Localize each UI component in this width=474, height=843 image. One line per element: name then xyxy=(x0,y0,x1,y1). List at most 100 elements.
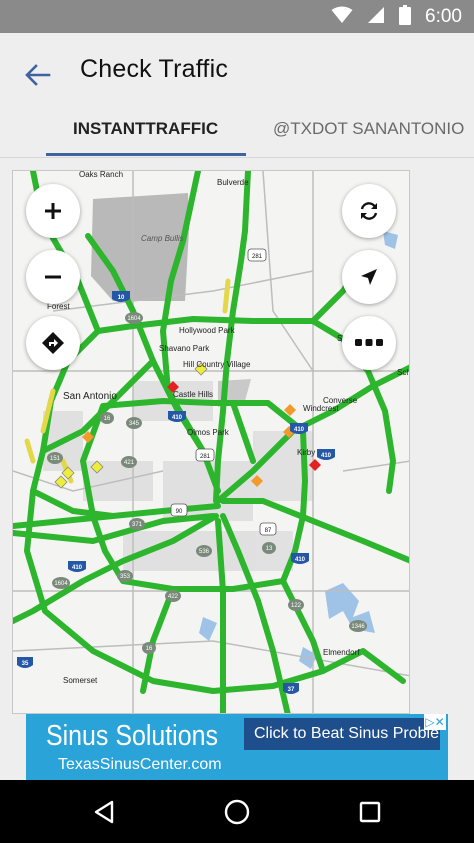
svg-text:122: 122 xyxy=(291,603,302,609)
status-time: 6:00 xyxy=(425,6,462,27)
svg-text:410: 410 xyxy=(321,453,332,459)
map-canvas: Oaks Ranch Bulverde Camp Bullis Forest H… xyxy=(13,171,410,713)
nav-back-button[interactable] xyxy=(82,790,126,834)
zoom-in-button[interactable] xyxy=(26,184,80,238)
screen: 6:00 Check Traffic INSTANTTRAFFIC @TXDOT… xyxy=(0,0,474,843)
svg-text:90: 90 xyxy=(176,509,183,515)
shield-loop1604: 1604 xyxy=(125,312,143,324)
svg-text:421: 421 xyxy=(124,460,135,466)
back-button[interactable] xyxy=(16,53,60,97)
svg-text:35: 35 xyxy=(22,661,29,667)
shield-us281-mid: 281 xyxy=(195,448,215,462)
cell-signal-icon xyxy=(367,6,385,29)
label-windcrest: Windcrest xyxy=(303,404,339,413)
tab-txdot-sanantonio[interactable]: @TXDOT SANANTONIO xyxy=(273,119,464,139)
svg-text:16: 16 xyxy=(146,646,153,652)
shield-i410-mid: 410 xyxy=(168,411,186,422)
label-camp-bullis: Camp Bullis xyxy=(141,234,184,243)
svg-text:410: 410 xyxy=(295,557,306,563)
arrow-back-icon xyxy=(25,64,51,86)
shield-i35-south: 35 xyxy=(17,657,33,668)
ad-banner[interactable]: Sinus Solutions TexasSinusCenter.com Cli… xyxy=(26,714,448,780)
shield-i410-east: 410 xyxy=(317,449,335,460)
svg-text:281: 281 xyxy=(200,454,211,460)
svg-text:410: 410 xyxy=(294,427,305,433)
shield-tx16-south: 16 xyxy=(142,642,156,654)
label-elmendorf: Elmendorf xyxy=(323,648,360,657)
label-kirby: Kirby xyxy=(297,448,315,457)
label-shavano-park: Shavano Park xyxy=(159,344,210,353)
map-area: Oaks Ranch Bulverde Camp Bullis Forest H… xyxy=(0,158,474,714)
zoom-out-button[interactable] xyxy=(26,250,80,304)
status-icons: 6:00 xyxy=(331,4,462,30)
shield-i410-south: 410 xyxy=(68,561,86,572)
shield-i410-west: 410 xyxy=(290,423,308,434)
minus-icon xyxy=(45,275,61,279)
shield-tx345: 345 xyxy=(126,417,142,429)
navigation-arrow-icon xyxy=(361,269,377,285)
svg-text:536: 536 xyxy=(199,549,210,555)
page-title: Check Traffic xyxy=(80,55,229,83)
label-bulverde: Bulverde xyxy=(217,178,249,187)
shield-tx422: 422 xyxy=(165,590,181,602)
more-options-button[interactable] xyxy=(342,316,396,370)
back-triangle-icon xyxy=(94,800,114,824)
shield-tx13: 13 xyxy=(262,542,276,554)
ad-cta-button[interactable]: Click to Beat Sinus Problems xyxy=(244,718,440,750)
status-bar: 6:00 xyxy=(0,0,474,33)
shield-us281-north: 281 xyxy=(247,248,267,262)
label-oaks-ranch: Oaks Ranch xyxy=(79,171,123,179)
label-somerset: Somerset xyxy=(63,676,98,685)
svg-text:1604: 1604 xyxy=(54,581,68,587)
svg-text:345: 345 xyxy=(129,421,140,427)
label-hollywood-park: Hollywood Park xyxy=(179,326,236,335)
shield-tx151: 151 xyxy=(47,452,63,464)
shield-tx536: 536 xyxy=(196,545,212,557)
svg-text:10: 10 xyxy=(118,295,125,301)
nav-home-button[interactable] xyxy=(215,790,259,834)
svg-text:87: 87 xyxy=(265,528,272,534)
tab-indicator xyxy=(46,153,246,156)
adchoices-icon[interactable]: ▷✕ xyxy=(424,714,446,730)
label-castle-hills: Castle Hills xyxy=(173,390,213,399)
refresh-icon xyxy=(360,202,378,220)
traffic-map[interactable]: Oaks Ranch Bulverde Camp Bullis Forest H… xyxy=(12,170,410,714)
svg-text:410: 410 xyxy=(72,565,83,571)
svg-text:13: 13 xyxy=(266,546,273,552)
svg-text:37: 37 xyxy=(288,687,295,693)
refresh-button[interactable] xyxy=(342,184,396,238)
battery-icon xyxy=(399,4,412,30)
shield-tx353: 353 xyxy=(117,570,133,582)
svg-text:151: 151 xyxy=(50,456,61,462)
svg-text:353: 353 xyxy=(120,574,131,580)
ad-headline: Sinus Solutions xyxy=(46,720,218,752)
shield-tx16: 16 xyxy=(100,412,114,424)
home-circle-icon xyxy=(224,799,250,825)
system-nav-bar xyxy=(0,780,474,843)
label-sch-edge: Sch xyxy=(397,368,410,377)
svg-text:371: 371 xyxy=(132,522,143,528)
ad-url: TexasSinusCenter.com xyxy=(58,756,222,773)
svg-text:16: 16 xyxy=(104,416,111,422)
svg-text:410: 410 xyxy=(172,415,183,421)
tab-instanttraffic[interactable]: INSTANTTRAFFIC xyxy=(73,119,218,139)
directions-button[interactable] xyxy=(26,316,80,370)
shield-loop1604-sw: 1604 xyxy=(52,577,70,589)
camp-bullis-area xyxy=(91,193,189,301)
shield-tx421: 421 xyxy=(121,456,137,468)
svg-text:1346: 1346 xyxy=(351,624,365,630)
nav-recents-button[interactable] xyxy=(348,790,392,834)
svg-text:422: 422 xyxy=(168,594,179,600)
shield-i410-se: 410 xyxy=(291,553,309,564)
plus-icon xyxy=(45,203,61,219)
my-location-button[interactable] xyxy=(342,250,396,304)
more-horiz-icon xyxy=(355,339,383,346)
shield-tx122: 122 xyxy=(288,599,304,611)
app-bar: Check Traffic INSTANTTRAFFIC @TXDOT SANA… xyxy=(0,33,474,158)
shield-us87: 87 xyxy=(259,522,277,536)
recents-square-icon xyxy=(359,801,381,823)
shield-tx1346: 1346 xyxy=(349,620,367,632)
shield-i10-north: 10 xyxy=(112,291,130,302)
shield-i37: 37 xyxy=(283,683,299,694)
label-hill-country-village: Hill Country Village xyxy=(183,360,251,369)
